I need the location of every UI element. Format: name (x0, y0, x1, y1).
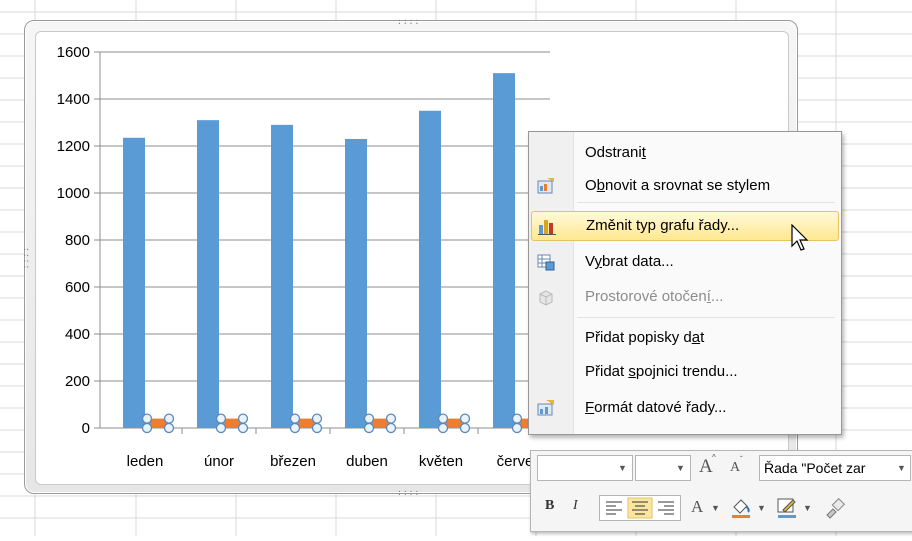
bar-series-1[interactable] (493, 73, 515, 429)
bar-series-1[interactable] (419, 110, 441, 428)
italic-button[interactable]: I (565, 495, 589, 519)
selection-handle[interactable] (215, 422, 227, 434)
selection-handle[interactable] (163, 422, 175, 434)
grow-font-button[interactable]: A ^ (695, 453, 719, 479)
format-painter-button[interactable] (823, 495, 847, 519)
menu-separator (577, 202, 835, 203)
y-tick-label: 1600 (57, 44, 90, 61)
caret-up-icon: ^ (712, 453, 716, 462)
selection-handle[interactable] (363, 413, 375, 424)
font-color-button[interactable]: A ▼ (687, 495, 723, 519)
bar-series-1[interactable] (271, 124, 293, 428)
menu-item-label: Přidat popisky dat (585, 329, 705, 346)
menu-item-label: Formát datové řady... (585, 399, 727, 416)
bold-icon: B (545, 498, 555, 513)
selection-handle[interactable] (141, 422, 153, 434)
italic-icon: I (573, 498, 578, 513)
menu-item-add-trendline[interactable]: Přidat spojnici trendu... (531, 358, 837, 386)
bar-series-1[interactable] (197, 120, 219, 429)
chevron-down-icon[interactable]: ▼ (711, 503, 720, 513)
selection-handle[interactable] (237, 422, 249, 434)
format-painter-icon (826, 497, 846, 519)
selection-handle[interactable] (511, 422, 523, 434)
y-tick-label: 1200 (57, 138, 90, 155)
menu-item-label: Prostorové otočení... (585, 288, 724, 305)
caret-down-small-icon: ˇ (740, 455, 743, 464)
shrink-font-button[interactable]: A ˇ (725, 455, 749, 479)
chevron-down-icon[interactable]: ▼ (618, 463, 627, 473)
element-selector-value: Řada "Počet zar (764, 460, 866, 476)
align-left-icon[interactable] (602, 498, 626, 518)
chevron-down-icon[interactable]: ▼ (757, 503, 766, 513)
outline-color-button[interactable]: ▼ (775, 495, 815, 519)
menu-item-reset-style[interactable]: Obnovit a srovnat se stylem (531, 172, 837, 200)
selection-handle[interactable] (437, 413, 449, 424)
selection-handle[interactable] (289, 422, 301, 434)
selection-handle[interactable] (289, 413, 301, 424)
element-selector-dropdown[interactable]: Řada "Počet zar ▼ (759, 455, 911, 481)
grow-font-icon: A (699, 456, 713, 477)
y-tick-label: 1000 (57, 185, 90, 202)
x-tick-label: červe (497, 453, 534, 470)
selection-handle[interactable] (311, 422, 323, 434)
shrink-font-icon: A (730, 460, 741, 475)
selection-handle[interactable] (511, 413, 523, 424)
menu-item-delete[interactable]: Odstranit (531, 139, 837, 167)
y-tick-label: 400 (65, 326, 90, 343)
font-size-box[interactable]: ▼ (635, 455, 691, 481)
x-tick-label: duben (346, 453, 388, 470)
menu-item-add-data-labels[interactable]: Přidat popisky dat (531, 324, 837, 352)
selection-handle[interactable] (437, 422, 449, 434)
menu-separator (577, 317, 835, 318)
menu-item-label: Vybrat data... (585, 253, 674, 270)
paint-bucket-icon (732, 499, 750, 518)
alignment-group (599, 495, 681, 521)
bar-series-1[interactable] (123, 137, 145, 428)
selection-handle[interactable] (459, 413, 471, 424)
selection-handle[interactable] (141, 413, 153, 424)
selection-handle[interactable] (215, 413, 227, 424)
y-tick-label: 0 (82, 420, 90, 437)
format-series-icon (537, 400, 554, 416)
menu-item-label: Změnit typ grafu řady... (586, 217, 740, 234)
x-tick-label: leden (127, 453, 164, 470)
pen-outline-icon (777, 498, 796, 518)
selection-handle[interactable] (237, 413, 249, 424)
y-tick-label: 600 (65, 279, 90, 296)
menu-item-format-series[interactable]: Formát datové řady... (531, 394, 837, 422)
selection-handle[interactable] (385, 422, 397, 434)
x-tick-label: květen (419, 453, 463, 470)
selection-handle[interactable] (385, 413, 397, 424)
chevron-down-icon[interactable]: ▼ (803, 503, 812, 513)
y-tick-label: 800 (65, 232, 90, 249)
y-tick-label: 200 (65, 373, 90, 390)
chart-type-icon (538, 220, 556, 235)
fill-color-button[interactable]: ▼ (729, 495, 769, 519)
mini-toolbar: ▼ ▼ A ^ A ˇ Řada "Počet zar ▼ B I A ▼ ▼ … (530, 450, 912, 532)
context-menu: Odstranit Obnovit a srovnat se stylem Zm… (528, 131, 842, 435)
x-tick-label: únor (204, 453, 234, 470)
menu-item-label: Přidat spojnici trendu... (585, 363, 738, 380)
x-tick-label: březen (270, 453, 316, 470)
menu-item-label: Obnovit a srovnat se stylem (585, 177, 771, 194)
selection-handle[interactable] (163, 413, 175, 424)
select-data-icon (537, 254, 555, 271)
chevron-down-icon[interactable]: ▼ (897, 463, 906, 473)
bar-series-1[interactable] (345, 138, 367, 428)
menu-item-3d-rotation[interactable]: Prostorové otočení... (531, 283, 837, 311)
selection-handle[interactable] (459, 422, 471, 434)
bold-button[interactable]: B (539, 495, 563, 519)
font-name-box[interactable]: ▼ (537, 455, 633, 481)
selection-handle[interactable] (363, 422, 375, 434)
y-tick-label: 1400 (57, 91, 90, 108)
3d-rotation-icon (539, 290, 553, 306)
menu-item-label: Odstranit (585, 144, 646, 161)
reset-style-icon (537, 178, 554, 194)
align-center-icon[interactable] (627, 497, 653, 519)
font-color-icon: A (691, 497, 704, 516)
chevron-down-icon[interactable]: ▼ (676, 463, 685, 473)
mouse-cursor-icon (791, 224, 809, 251)
selection-handle[interactable] (311, 413, 323, 424)
